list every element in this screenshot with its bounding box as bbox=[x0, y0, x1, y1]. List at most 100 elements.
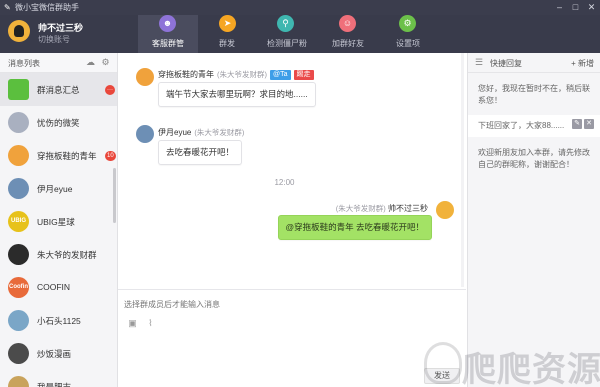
delete-icon[interactable]: ✕ bbox=[584, 119, 594, 129]
quick-reply-title: 快捷回复 bbox=[490, 59, 522, 68]
quick-reply-item[interactable]: 欢迎新朋友加入本群，请先修改 自己的群昵称，谢谢配合！ bbox=[468, 147, 600, 171]
profile-panel[interactable]: 帅不过三秒 切换账号 bbox=[0, 15, 140, 53]
message-sender: 穿拖板鞋的青年 bbox=[158, 70, 214, 79]
session-list: 群消息汇总 ··· 忧伤的微笑穿拖板鞋的青年 10 伊月eyue UBIG UBIG星球朱大… bbox=[0, 73, 117, 387]
add-friend-icon: ☺ bbox=[339, 15, 356, 32]
chat-panel: 穿拖板鞋的青年 (朱大爷发财群) @Ta 踢走 端午节大家去哪里玩啊？求目的地....… bbox=[118, 53, 466, 387]
list-item[interactable]: 伊月eyue bbox=[0, 172, 117, 205]
image-icon[interactable]: ▣ bbox=[127, 318, 138, 329]
quick-reply-text: 系您！ bbox=[478, 96, 502, 105]
switch-account-link[interactable]: 切换账号 bbox=[38, 34, 70, 45]
nav-tabs: ☻ 客服群管 ➤ 群发 ⚲ 检测僵尸粉 ☺ 加群好友 ⚙ 设置项 bbox=[138, 15, 438, 53]
list-item[interactable]: 小石头1125 bbox=[0, 304, 117, 337]
avatar bbox=[8, 376, 29, 387]
avatar bbox=[8, 178, 29, 199]
session-list-panel: 消息列表 ☁ ⚙ 群消息汇总 ··· 忧伤的微笑穿拖板鞋的青年 10 伊月eyue UBI… bbox=[0, 53, 118, 387]
avatar bbox=[8, 343, 29, 364]
session-name: 忧伤的微笑 bbox=[37, 118, 80, 128]
quick-reply-text: 您好，我现在暂时不在，稍后联 bbox=[478, 84, 590, 93]
session-name: 小石头1125 bbox=[37, 316, 81, 326]
message-group: (朱大爷发财群) bbox=[335, 204, 386, 213]
list-item[interactable]: 炒饭漫画 bbox=[0, 337, 117, 370]
avatar: Coofin bbox=[8, 277, 29, 298]
close-icon[interactable]: ✕ bbox=[587, 3, 596, 12]
add-quick-reply-label: 新增 bbox=[578, 59, 594, 68]
tab-label: 设置项 bbox=[396, 39, 420, 48]
message-settings-icon[interactable]: ☁ bbox=[85, 57, 96, 68]
maximize-icon[interactable]: □ bbox=[571, 3, 580, 12]
quick-reply-header: ☰ 快捷回复 + 新增 bbox=[468, 53, 600, 73]
unread-badge: 10 bbox=[105, 151, 116, 161]
mention-button[interactable]: @Ta bbox=[270, 70, 291, 80]
avatar: UBIG bbox=[8, 211, 29, 232]
avatar[interactable] bbox=[436, 201, 454, 219]
session-name: 伊月eyue bbox=[37, 184, 73, 194]
watermark: 爬爬资源 bbox=[420, 336, 600, 387]
quick-reply-item[interactable]: 您好，我现在暂时不在，稍后联 系您！ bbox=[468, 83, 600, 107]
avatar bbox=[8, 145, 29, 166]
avatar[interactable] bbox=[136, 125, 154, 143]
outgoing-message-bubble: @穿拖板鞋的青年 去吃春暖花开吧！ bbox=[277, 215, 432, 240]
list-item[interactable]: 群消息汇总 ··· bbox=[0, 73, 117, 106]
message-group: (朱大爷发财群) bbox=[194, 128, 245, 137]
top-header: 帅不过三秒 切换账号 ☻ 客服群管 ➤ 群发 ⚲ 检测僵尸粉 ☺ 加群好友 ⚙ 设置项 bbox=[0, 15, 600, 53]
list-item[interactable]: 忧伤的微笑 bbox=[0, 106, 117, 139]
kick-button[interactable]: 踢走 bbox=[293, 70, 314, 80]
edit-icon[interactable]: ✎ bbox=[572, 119, 582, 129]
detect-icon: ⚲ bbox=[277, 15, 294, 32]
group-icon: ☻ bbox=[159, 15, 176, 32]
session-list-header: 消息列表 ☁ ⚙ bbox=[0, 53, 117, 73]
chat-scrollbar[interactable] bbox=[461, 53, 464, 287]
title-bar: ✎ 微小宝微信群助手 – □ ✕ bbox=[0, 0, 600, 15]
app-window: ✎ 微小宝微信群助手 – □ ✕ 帅不过三秒 切换账号 ☻ 客服群管 ➤ 群发 ⚲ 检测僵… bbox=[0, 0, 600, 387]
session-list-scrollbar[interactable] bbox=[113, 168, 116, 223]
session-name: COOFIN bbox=[37, 282, 71, 292]
tab-label: 检测僵尸粉 bbox=[267, 39, 307, 48]
tab-gear[interactable]: ⚙ 设置项 bbox=[378, 15, 438, 53]
gear-icon: ⚙ bbox=[399, 15, 416, 32]
message-meta: 伊月eyue (朱大爷发财群) bbox=[158, 127, 244, 138]
tab-add-friend[interactable]: ☺ 加群好友 bbox=[318, 15, 378, 53]
message-input[interactable] bbox=[124, 296, 454, 312]
unread-badge: ··· bbox=[105, 85, 115, 95]
avatar bbox=[8, 310, 29, 331]
tab-group[interactable]: ☻ 客服群管 bbox=[138, 15, 198, 53]
tab-label: 加群好友 bbox=[332, 39, 364, 48]
session-name: 炒饭漫画 bbox=[37, 349, 72, 359]
profile-name: 帅不过三秒 bbox=[38, 23, 84, 33]
message-sender: 帅不过三秒 bbox=[388, 204, 428, 213]
send-icon: ➤ bbox=[219, 15, 236, 32]
tab-detect[interactable]: ⚲ 检测僵尸粉 bbox=[256, 15, 318, 53]
session-name: UBIG星球 bbox=[37, 217, 75, 227]
window-title: 微小宝微信群助手 bbox=[15, 3, 79, 12]
message-group: (朱大爷发财群) bbox=[217, 70, 267, 79]
minimize-icon[interactable]: – bbox=[555, 3, 564, 12]
message-bubble: 端午节大家去哪里玩啊？求目的地...... bbox=[158, 82, 316, 107]
quick-reply-text: 欢迎新朋友加入本群，请先修改 bbox=[478, 148, 590, 157]
tab-send[interactable]: ➤ 群发 bbox=[198, 15, 256, 53]
session-name: 朱大爷的发财群 bbox=[37, 250, 97, 260]
list-item[interactable]: 朱大爷的发财群 bbox=[0, 238, 117, 271]
tab-label: 客服群管 bbox=[152, 39, 184, 48]
list-item[interactable]: 我是肥志 bbox=[0, 370, 117, 387]
attachment-icon[interactable]: ⌇ bbox=[145, 318, 156, 329]
session-name: 穿拖板鞋的青年 bbox=[37, 151, 97, 161]
tab-label: 群发 bbox=[219, 39, 235, 48]
list-item[interactable]: UBIG UBIG星球 bbox=[0, 205, 117, 238]
message-sender: 伊月eyue bbox=[158, 128, 192, 137]
quick-reply-item-selected[interactable]: 下班回家了，大家88...... ✎ ✕ bbox=[468, 115, 600, 137]
message-meta: (朱大爷发财群) 帅不过三秒 bbox=[333, 203, 428, 214]
watermark-logo-icon bbox=[424, 342, 462, 384]
message-bubble: 去吃春暖花开吧！ bbox=[158, 140, 243, 165]
avatar[interactable] bbox=[8, 20, 30, 42]
avatar bbox=[8, 112, 29, 133]
add-quick-reply-button[interactable]: + 新增 bbox=[571, 58, 594, 69]
quick-reply-icon: ☰ bbox=[475, 57, 484, 67]
avatar bbox=[8, 79, 29, 100]
avatar[interactable] bbox=[136, 68, 154, 86]
session-name: 我是肥志 bbox=[37, 382, 72, 387]
list-item[interactable]: Coofin COOFIN bbox=[0, 271, 117, 304]
chat-timestamp: 12:00 bbox=[274, 178, 295, 187]
gear-icon[interactable]: ⚙ bbox=[100, 57, 111, 68]
list-item[interactable]: 穿拖板鞋的青年 10 bbox=[0, 139, 117, 172]
